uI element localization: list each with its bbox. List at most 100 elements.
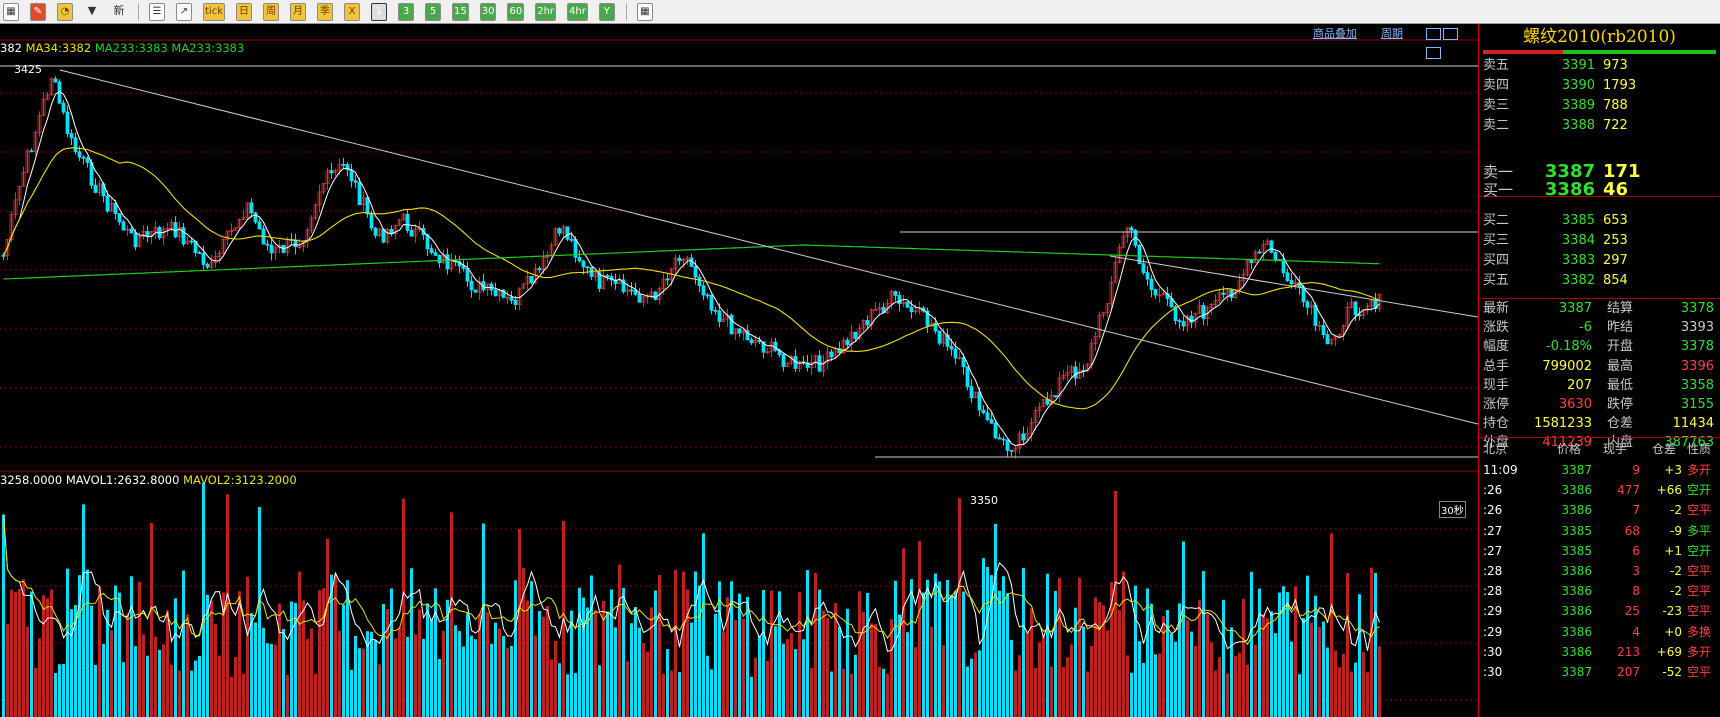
volume-bar [198,655,201,717]
window-controls[interactable] [1426,25,1474,59]
volume-bar [390,588,393,717]
depth-row[interactable]: 卖三 3389 788 [1479,96,1720,116]
volume-bar [438,659,441,717]
candle-body [1021,433,1026,441]
volume-bar [1174,641,1177,717]
volume-bar [1234,656,1237,717]
volume-bar [630,623,633,717]
volume-bar [358,648,361,717]
calculator-icon[interactable]: ▦ [636,2,653,21]
volume-bar [534,635,537,717]
depth-row[interactable]: 卖五 3391 973 [1479,56,1720,76]
maximize-icon[interactable] [1443,28,1458,40]
period-5min[interactable]: 5 [425,2,441,21]
volume-bar [758,635,761,717]
list-icon[interactable]: ☰ [149,2,165,21]
period-quarter[interactable]: 季 [317,2,333,21]
depth-row[interactable]: 卖二 3388 722 [1479,116,1720,136]
volume-bar [1130,672,1133,717]
volume-bar [942,645,945,717]
period-2hr[interactable]: 2hr [535,2,557,21]
period-30min[interactable]: 30 [479,2,497,21]
trend-icon[interactable]: ↗ [176,2,192,21]
depth-volume: 297 [1603,253,1628,268]
tick-time: 11:09 [1483,463,1518,477]
candle-body [409,229,414,237]
volume-bar [1134,585,1137,717]
period-4hr[interactable]: 4hr [567,2,588,21]
volume-bar [1258,588,1261,717]
candle-body [113,203,118,214]
volume-bar [710,669,713,717]
period-60min[interactable]: 60 [507,2,525,21]
volume-bar [102,643,105,717]
volume-bar [618,564,621,717]
volume-bar [326,538,329,717]
volume-bar [334,574,337,717]
kline-chart[interactable] [0,24,1478,717]
volume-bar [1106,630,1109,717]
volume-bar [134,646,137,717]
volume-bar [1182,541,1185,717]
depth-row[interactable]: 卖四 3390 1793 [1479,76,1720,96]
period-link[interactable]: 周期 [1381,25,1403,41]
depth-row[interactable]: 买一 3386 46 [1479,177,1720,203]
volume-bar [86,569,89,717]
candle-body [265,243,270,246]
depth-row[interactable]: 买三 3384 253 [1479,231,1720,251]
volume-bar [494,622,497,717]
volume-bar [950,596,953,717]
volume-bar [1242,598,1245,717]
new-button[interactable]: 新 [111,3,127,21]
depth-label: 卖五 [1483,58,1510,73]
candle-body [1357,314,1362,317]
period-year[interactable]: Y [598,2,615,21]
close-icon[interactable] [1426,47,1441,59]
candle-body [705,294,710,297]
volume-bar [1238,652,1241,717]
period-week[interactable]: 周 [263,2,279,21]
volume-bar [1062,667,1065,717]
restore-icon[interactable] [1426,28,1441,40]
depth-row[interactable]: 买二 3385 653 [1479,211,1720,231]
kline-chart-area[interactable]: 382 MA34:3382 MA233:3383 MA233:3383 3258… [0,24,1478,717]
stat-label: 结算 [1607,301,1634,316]
period-15min[interactable]: 15 [452,2,469,21]
tick-type: 空平 [1687,604,1712,619]
depth-label: 卖二 [1483,118,1510,133]
pen-icon[interactable]: ✎ [30,2,46,21]
period-month[interactable]: 月 [290,2,306,21]
paint-icon[interactable]: ◔ [57,2,73,21]
volume-bar [14,592,17,717]
volume-bar [594,610,597,717]
volume-bar [1286,592,1289,717]
tick-time: :27 [1483,543,1503,558]
depth-row[interactable]: 买四 3383 297 [1479,251,1720,271]
candle-body [677,257,682,262]
stat-label: 最高 [1607,358,1634,374]
candle-body [493,289,498,297]
volume-bar [110,630,113,717]
volume-bar [186,614,189,717]
volume-bar [42,595,45,717]
volume-bar [1046,573,1049,717]
depth-price: 3382 [1561,273,1595,288]
tick-oi: -9 [1670,523,1682,538]
overlay-link[interactable]: 商品叠加 [1313,25,1357,41]
filter-icon[interactable]: ▼ [84,3,100,21]
period-x[interactable]: X [344,2,360,21]
candle-body [201,253,206,265]
volume-bar [318,590,321,717]
period-day[interactable]: 日 [236,2,252,21]
stat-value: 3155 [1680,397,1714,412]
volume-bar [18,589,21,717]
period-3min[interactable]: 3 [398,2,414,21]
layout-icon[interactable]: ▦ [3,2,19,21]
tick-button[interactable]: tick [203,2,225,21]
candle-body [537,268,542,270]
volume-bar [1090,645,1093,717]
depth-row[interactable]: 买五 3382 854 [1479,271,1720,291]
period-1min[interactable]: 1 [371,2,387,21]
candle-body [905,301,910,308]
volume-bar [1246,664,1249,717]
